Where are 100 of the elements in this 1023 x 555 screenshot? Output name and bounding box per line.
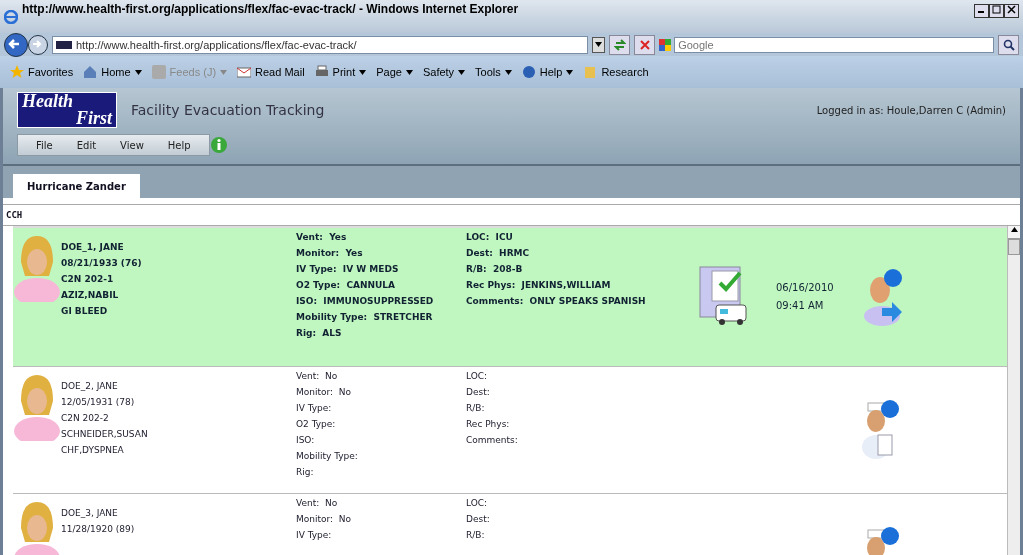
patient-info: DOE_2, JANE	[61, 381, 119, 391]
field-text: Dest:	[466, 514, 491, 524]
toolbar-item[interactable]: Read Mail	[237, 65, 305, 79]
field-text: O2 Type: CANNULA	[296, 280, 397, 290]
field-text: IV Type:	[296, 403, 333, 413]
toolbar-item[interactable]: Home	[83, 65, 142, 79]
field-text: Comments: ONLY SPEAKS SPANISH	[466, 296, 647, 306]
search-field[interactable]: Google	[674, 36, 995, 53]
patient-info: 11/28/1920 (89)	[61, 524, 136, 534]
address-field[interactable]: http://www.health-first.org/applications/flex/fac-evac-track/	[52, 35, 589, 54]
caret-icon	[134, 69, 142, 75]
field-text: IV Type: IV W MEDS	[296, 264, 400, 274]
field-text: Rec Phys:	[466, 419, 511, 429]
home-icon	[83, 65, 98, 79]
app-title: Facility Evacuation Tracking	[131, 102, 325, 118]
field-text: Monitor: Yes	[296, 248, 364, 258]
stop-button[interactable]	[634, 34, 656, 55]
caret-icon	[595, 42, 603, 47]
star-icon	[10, 65, 24, 79]
patient-info: CHF,DYSPNEA	[61, 445, 125, 455]
patient-info: AZIZ,NABIL	[61, 290, 120, 300]
caret-icon	[504, 69, 512, 75]
patient-row[interactable]	[13, 226, 1007, 367]
close-icon	[1007, 5, 1016, 14]
patient-info: C2N 202-1	[61, 274, 115, 284]
login-status: Logged in as: Houle,Darren C (Admin)	[816, 104, 1006, 116]
search-button[interactable]	[998, 34, 1019, 55]
field-text: Dest:	[466, 387, 491, 397]
tab[interactable]: Hurricane Zander	[13, 174, 140, 198]
field-text: Rig: ALS	[296, 328, 343, 338]
forward-button[interactable]	[28, 34, 48, 55]
toolbar-item[interactable]: Help	[521, 65, 574, 79]
tile-icon	[659, 38, 672, 51]
field-text: LOC:	[466, 498, 489, 508]
scroll-up-button[interactable]	[1008, 226, 1020, 239]
maximize-icon	[992, 5, 1001, 14]
close-icon	[639, 39, 650, 50]
caret-icon	[458, 69, 466, 75]
field-text: Rec Phys: JENKINS,WILLIAM	[466, 280, 612, 290]
field-text: IV Type:	[296, 530, 333, 540]
printer-icon	[314, 65, 329, 79]
logo: Health First	[17, 92, 117, 128]
field-text: Dest: HRMC	[466, 248, 531, 258]
caret-icon	[220, 69, 228, 75]
toolbar-item[interactable]: Safety	[422, 66, 466, 78]
caret-icon	[359, 69, 367, 75]
toolbar-item[interactable]: Research	[583, 65, 649, 79]
field-text: R/B:	[466, 403, 486, 413]
field-text: R/B: 208-B	[466, 264, 524, 274]
time-text: 09:41 AM	[776, 299, 825, 311]
toolbar-item[interactable]: Page	[376, 66, 413, 78]
toolbar-item[interactable]: Tools	[475, 66, 512, 78]
back-button[interactable]	[4, 32, 28, 57]
field-text: Vent: Yes	[296, 232, 348, 242]
search-icon	[1002, 38, 1015, 51]
field-text: ISO:	[296, 435, 316, 445]
minimize-button[interactable]	[974, 4, 989, 18]
toolbar-item[interactable]: Print	[314, 65, 367, 79]
field-text: Vent: No	[296, 371, 339, 381]
field-text: Rig:	[296, 467, 315, 477]
toolbar-item[interactable]: Favorites	[10, 65, 74, 79]
field-text: Monitor: No	[296, 387, 353, 397]
menu-item[interactable]: View	[108, 139, 156, 151]
dropdown-button[interactable]	[592, 36, 606, 53]
caret-icon	[405, 69, 413, 75]
field-text: Monitor: No	[296, 514, 353, 524]
patient-info: SCHNEIDER,SUSAN	[61, 429, 149, 439]
browser-e-icon	[4, 9, 18, 24]
patient-info: 08/21/1933 (76)	[61, 258, 143, 268]
scrollbar[interactable]	[1007, 226, 1020, 555]
field-text: Comments:	[466, 435, 519, 445]
patient-info: GI BLEED	[61, 306, 109, 316]
scrollbar-thumb[interactable]	[1008, 239, 1020, 255]
envelope-icon	[237, 65, 252, 79]
close-button[interactable]	[1004, 4, 1019, 18]
patient-info: DOE_3, JANE	[61, 508, 119, 518]
field-text: ISO: IMMUNOSUPPRESSED	[296, 296, 435, 306]
menu-item[interactable]: File	[24, 139, 65, 151]
menu-item[interactable]: Help	[155, 139, 203, 151]
caret-icon	[566, 69, 574, 75]
maximize-button[interactable]	[989, 4, 1004, 18]
info-icon[interactable]	[209, 136, 228, 154]
field-text: R/B:	[466, 530, 486, 540]
field-text: Mobility Type: STRETCHER	[296, 312, 434, 322]
patient-info: C2N 202-2	[61, 413, 110, 423]
patient-info: DOE_1, JANE	[61, 242, 125, 252]
refresh-arrows-icon	[613, 38, 626, 51]
folder-ambulance-icon[interactable]	[696, 265, 750, 327]
date-text: 06/16/2010	[776, 281, 835, 293]
up-arrow-icon	[1010, 227, 1018, 232]
field-text: LOC:	[466, 371, 489, 381]
field-text: O2 Type:	[296, 419, 337, 429]
field-text: Mobility Type:	[296, 451, 359, 461]
menu-item[interactable]: Edit	[64, 139, 109, 151]
field-text: Vent: No	[296, 498, 339, 508]
page-icon	[56, 40, 72, 49]
patient-info: 12/05/1931 (78)	[61, 397, 136, 407]
window-title: http://www.health-first.org/applications/flex/fac-evac-track/ - Windows Internet Explorer	[22, 2, 520, 16]
section-header: CCH	[3, 204, 1020, 226]
field-text: LOC: ICU	[466, 232, 514, 242]
